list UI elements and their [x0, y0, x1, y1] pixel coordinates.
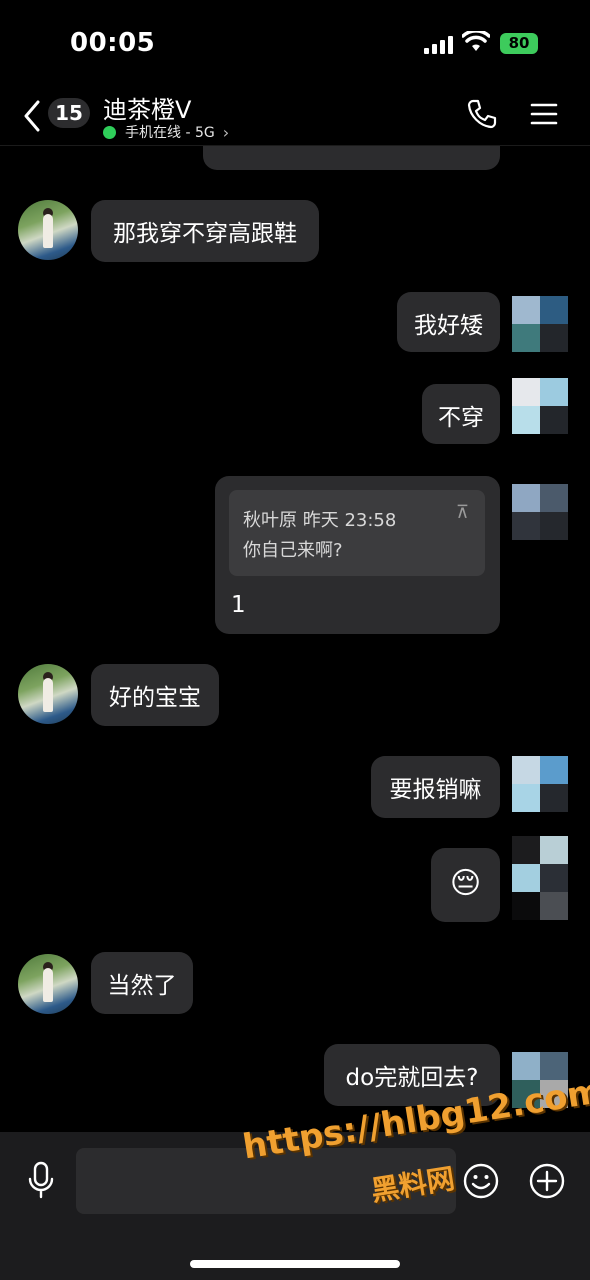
my-avatar[interactable] [512, 378, 568, 434]
chat-header: 15 迪茶橙V 手机在线 - 5G › [0, 88, 590, 146]
contact-name[interactable]: 迪茶橙V [103, 90, 191, 125]
cellular-signal-icon [424, 36, 454, 54]
message-bubble-sent-with-quote[interactable]: 秋叶原 昨天 23:58 你自己来啊? ⊼ 1 [215, 476, 500, 634]
online-status[interactable]: 手机在线 - 5G › [103, 122, 229, 142]
emoji-icon[interactable] [462, 1162, 500, 1200]
phone-call-icon[interactable] [466, 98, 498, 130]
online-status-text: 手机在线 - 5G [125, 125, 215, 141]
message-bubble-received[interactable]: 好的宝宝 [91, 664, 219, 726]
message-bubble-received[interactable]: 那我穿不穿高跟鞋 [91, 200, 319, 262]
message-text: 1 [231, 592, 246, 618]
contact-avatar[interactable] [18, 664, 78, 724]
back-arrow-icon[interactable] [20, 98, 44, 134]
plus-circle-icon[interactable] [528, 1162, 566, 1200]
emoji-text: 😔 [449, 866, 482, 901]
my-avatar[interactable] [512, 836, 568, 920]
chat-area[interactable]: 那我穿不穿高跟鞋 我好矮 不穿 秋叶原 昨天 23:58 你自己来啊? ⊼ 1 … [0, 146, 590, 1132]
message-bubble-received[interactable]: 当然了 [91, 952, 193, 1014]
menu-icon[interactable] [530, 102, 558, 126]
quote-text: 你自己来啊? [243, 540, 343, 561]
message-bubble-sent[interactable]: 我好矮 [397, 292, 500, 352]
message-text: 不穿 [438, 405, 484, 431]
microphone-icon[interactable] [26, 1160, 56, 1200]
my-avatar[interactable] [512, 296, 568, 352]
message-bubble-sent[interactable]: 不穿 [422, 384, 500, 444]
online-dot-icon [103, 125, 116, 139]
quoted-message[interactable]: 秋叶原 昨天 23:58 你自己来啊? ⊼ [229, 490, 485, 576]
pin-top-icon: ⊼ [455, 502, 469, 523]
status-time: 00:05 [70, 28, 156, 58]
status-bar: 00:05 80 [0, 0, 590, 88]
contact-avatar[interactable] [18, 200, 78, 260]
previous-message-bubble[interactable] [203, 146, 500, 170]
message-text: 我好矮 [414, 313, 483, 339]
home-indicator[interactable] [190, 1260, 400, 1268]
my-avatar[interactable] [512, 484, 568, 540]
message-bubble-sent[interactable]: 要报销嘛 [371, 756, 500, 818]
unread-count-badge[interactable]: 15 [48, 98, 90, 128]
my-avatar[interactable] [512, 756, 568, 812]
chevron-right-icon: › [222, 122, 230, 142]
message-text: 好的宝宝 [109, 685, 201, 711]
wifi-icon [462, 31, 490, 51]
battery-indicator: 80 [500, 33, 538, 54]
quote-author-time: 秋叶原 昨天 23:58 [243, 510, 397, 531]
message-text: 当然了 [107, 973, 177, 999]
message-text: 要报销嘛 [389, 777, 482, 803]
message-bubble-sent-emoji[interactable]: 😔 [431, 848, 500, 922]
contact-avatar[interactable] [18, 954, 78, 1014]
message-text: do完就回去? [345, 1065, 479, 1091]
message-text: 那我穿不穿高跟鞋 [113, 221, 297, 247]
